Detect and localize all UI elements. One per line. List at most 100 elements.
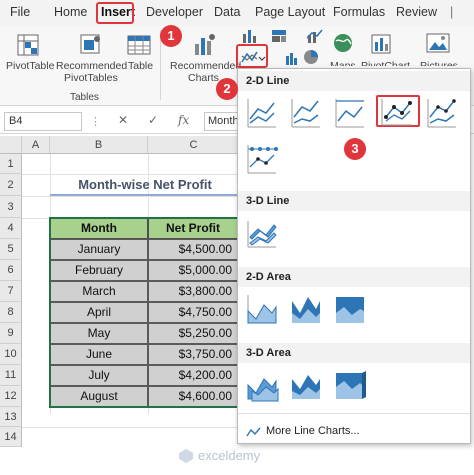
- net-profit-cell[interactable]: $3,800.00: [148, 281, 238, 302]
- row-header[interactable]: 2: [0, 174, 22, 196]
- tab-formulas[interactable]: Formulas: [333, 5, 385, 19]
- row-header[interactable]: 3: [0, 196, 22, 218]
- area-chart-option[interactable]: [244, 291, 280, 327]
- step-3-badge: 3: [344, 138, 366, 160]
- section-2d-area-header: 2-D Area: [238, 267, 470, 287]
- row-header[interactable]: 7: [0, 281, 22, 302]
- line-chart-gallery-dropdown: 2-D Line 3-D Line 2-D Area 3-D Area More…: [237, 68, 471, 444]
- exceldemy-watermark: exceldemy: [178, 444, 278, 472]
- month-cell[interactable]: August: [50, 386, 148, 407]
- line-with-markers-option[interactable]: [376, 95, 420, 127]
- header-net-profit-cell[interactable]: Net Profit: [148, 218, 238, 239]
- hierarchy-chart-icon[interactable]: [270, 28, 290, 44]
- recommended-pivottables-label-1: Recommended: [56, 60, 128, 72]
- row-header[interactable]: 11: [0, 365, 22, 386]
- more-tabs-icon[interactable]: |: [450, 5, 453, 19]
- step-1-badge: 1: [160, 25, 182, 47]
- net-profit-cell[interactable]: $4,500.00: [148, 239, 238, 260]
- more-charts-icon: [246, 427, 261, 437]
- month-cell[interactable]: May: [50, 323, 148, 344]
- insert-tab-highlight: [96, 2, 134, 24]
- tab-developer[interactable]: Developer: [146, 5, 203, 19]
- combo-chart-icon[interactable]: [306, 28, 324, 44]
- column-header-a[interactable]: A: [22, 136, 50, 154]
- month-cell[interactable]: February: [50, 260, 148, 281]
- formula-bar-divider-icon: ⋮: [90, 116, 101, 128]
- row-header[interactable]: 1: [0, 154, 22, 174]
- stacked-line-with-markers-option[interactable]: [424, 95, 460, 131]
- tab-file[interactable]: File: [10, 5, 30, 19]
- row-header[interactable]: 4: [0, 218, 22, 239]
- tab-data[interactable]: Data: [214, 5, 240, 19]
- line-chart-option[interactable]: [244, 95, 280, 131]
- month-cell[interactable]: June: [50, 344, 148, 365]
- menu-divider: [238, 413, 470, 414]
- recommended-charts-label-1: Recommended: [170, 60, 242, 72]
- 3d-stacked-area-chart-option[interactable]: [288, 367, 324, 403]
- globe-icon: [334, 34, 352, 52]
- table-label: Table: [128, 60, 154, 72]
- net-profit-cell[interactable]: $4,600.00: [148, 386, 238, 407]
- month-cell[interactable]: July: [50, 365, 148, 386]
- line-chart-button-highlight: [236, 44, 268, 68]
- formula-input[interactable]: Month: [204, 112, 240, 131]
- net-profit-cell[interactable]: $5,250.00: [148, 323, 238, 344]
- header-month-cell[interactable]: Month: [50, 218, 148, 239]
- pivottable-label: PivotTable: [6, 60, 55, 72]
- recommended-charts-label-2: Charts: [188, 72, 219, 84]
- line-with-markers-icon: [381, 99, 412, 126]
- 3d-line-chart-option[interactable]: [244, 215, 280, 251]
- row-header[interactable]: 10: [0, 344, 22, 365]
- section-2d-line-header: 2-D Line: [238, 71, 470, 91]
- gridline: [22, 196, 238, 197]
- column-header-c[interactable]: C: [148, 136, 240, 154]
- tab-page-layout[interactable]: Page Layout: [255, 5, 325, 19]
- 3d-area-chart-option[interactable]: [244, 367, 280, 403]
- step-2-badge: 2: [216, 78, 238, 100]
- pie-chart-icon[interactable]: [302, 48, 320, 66]
- enter-icon[interactable]: ✓: [148, 113, 158, 127]
- watermark-text: exceldemy: [198, 448, 261, 463]
- row-header[interactable]: 8: [0, 302, 22, 323]
- row-header[interactable]: 5: [0, 239, 22, 260]
- ribbon-tab-bar: File Home Insert Developer Data Page Lay…: [0, 0, 474, 26]
- tab-home[interactable]: Home: [54, 5, 87, 19]
- pivotchart-icon: [371, 34, 391, 54]
- 100-stacked-area-chart-option[interactable]: [332, 291, 368, 327]
- row-header[interactable]: 9: [0, 323, 22, 344]
- tables-group-label: Tables: [70, 92, 99, 103]
- sheet-title-cell[interactable]: Month-wise Net Profit: [50, 174, 240, 196]
- recommended-pivottables-label-2: PivotTables: [64, 72, 118, 84]
- gridline: [22, 427, 238, 428]
- column-chart-icon[interactable]: [241, 28, 261, 44]
- stacked-line-chart-option[interactable]: [288, 95, 324, 131]
- more-line-charts-label: More Line Charts...: [266, 425, 360, 437]
- row-header[interactable]: 12: [0, 386, 22, 407]
- 3d-100-stacked-area-chart-option[interactable]: [332, 367, 368, 403]
- statistic-chart-icon[interactable]: [284, 50, 304, 66]
- cancel-icon[interactable]: ✕: [118, 113, 128, 127]
- net-profit-cell[interactable]: $5,000.00: [148, 260, 238, 281]
- net-profit-cell[interactable]: $3,750.00: [148, 344, 238, 365]
- column-header-b[interactable]: B: [50, 136, 148, 154]
- 100-stacked-line-chart-option[interactable]: [332, 95, 368, 131]
- recommended-charts-icon: [195, 34, 215, 55]
- month-cell[interactable]: January: [50, 239, 148, 260]
- stacked-area-chart-option[interactable]: [288, 291, 324, 327]
- row-header[interactable]: 6: [0, 260, 22, 281]
- name-box[interactable]: B4: [4, 112, 82, 131]
- recommended-pivottables-icon: [80, 34, 100, 54]
- net-profit-cell[interactable]: $4,750.00: [148, 302, 238, 323]
- row-header[interactable]: 14: [0, 427, 22, 447]
- insert-function-icon[interactable]: fx: [178, 113, 189, 127]
- row-header[interactable]: 13: [0, 407, 22, 427]
- month-cell[interactable]: April: [50, 302, 148, 323]
- select-all-corner[interactable]: [0, 136, 22, 154]
- pictures-icon: [426, 33, 450, 53]
- section-3d-line-header: 3-D Line: [238, 191, 470, 211]
- table-icon: [127, 35, 151, 55]
- 100-stacked-line-with-markers-option[interactable]: [244, 141, 280, 177]
- net-profit-cell[interactable]: $4,200.00: [148, 365, 238, 386]
- month-cell[interactable]: March: [50, 281, 148, 302]
- tab-review[interactable]: Review: [396, 5, 437, 19]
